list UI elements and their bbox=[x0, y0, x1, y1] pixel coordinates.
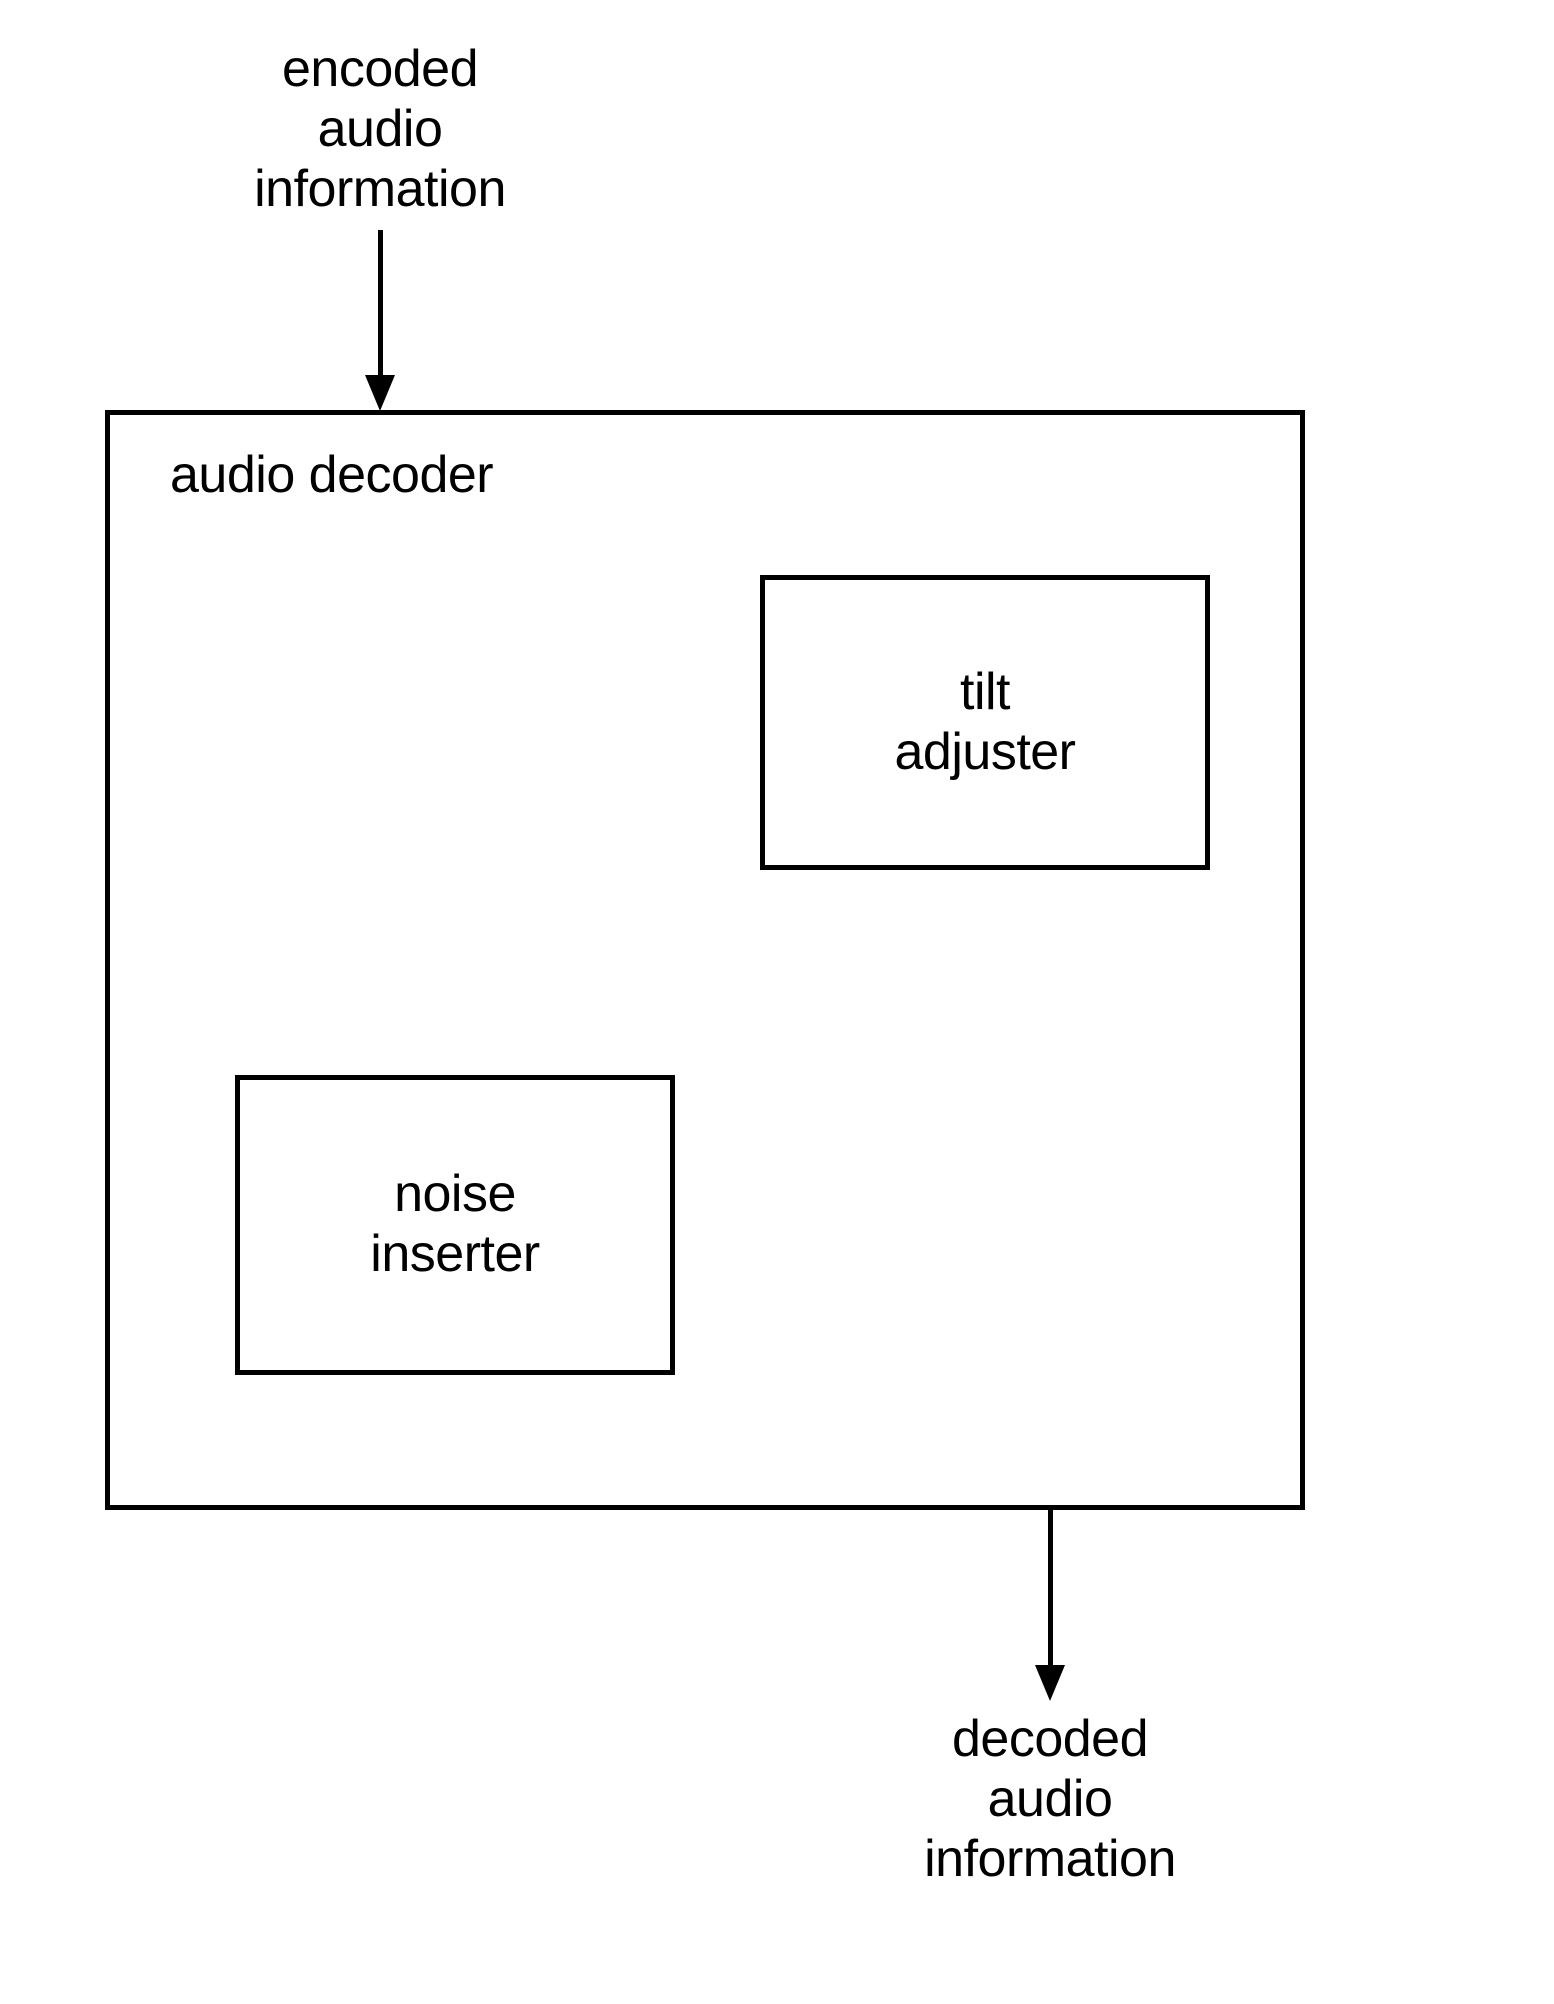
input-label: encoded audio information bbox=[230, 40, 530, 219]
audio-decoder-box: audio decoder tilt adjuster noise insert… bbox=[105, 410, 1305, 1510]
input-label-line1: encoded bbox=[282, 40, 478, 98]
tilt-adjuster-box: tilt adjuster bbox=[760, 575, 1210, 870]
tilt-label-line1: tilt bbox=[960, 663, 1010, 721]
noise-inserter-box: noise inserter bbox=[235, 1075, 675, 1375]
noise-label-line2: inserter bbox=[370, 1225, 539, 1283]
output-label-line1: decoded bbox=[952, 1710, 1148, 1768]
output-label: decoded audio information bbox=[900, 1710, 1200, 1889]
output-label-line2: audio bbox=[988, 1770, 1113, 1828]
output-label-line3: information bbox=[924, 1830, 1176, 1888]
noise-label-line1: noise bbox=[394, 1165, 516, 1223]
tilt-label-line2: adjuster bbox=[895, 723, 1076, 781]
audio-decoder-title: audio decoder bbox=[170, 445, 493, 505]
input-label-line3: information bbox=[254, 160, 506, 218]
input-label-line2: audio bbox=[318, 100, 443, 158]
